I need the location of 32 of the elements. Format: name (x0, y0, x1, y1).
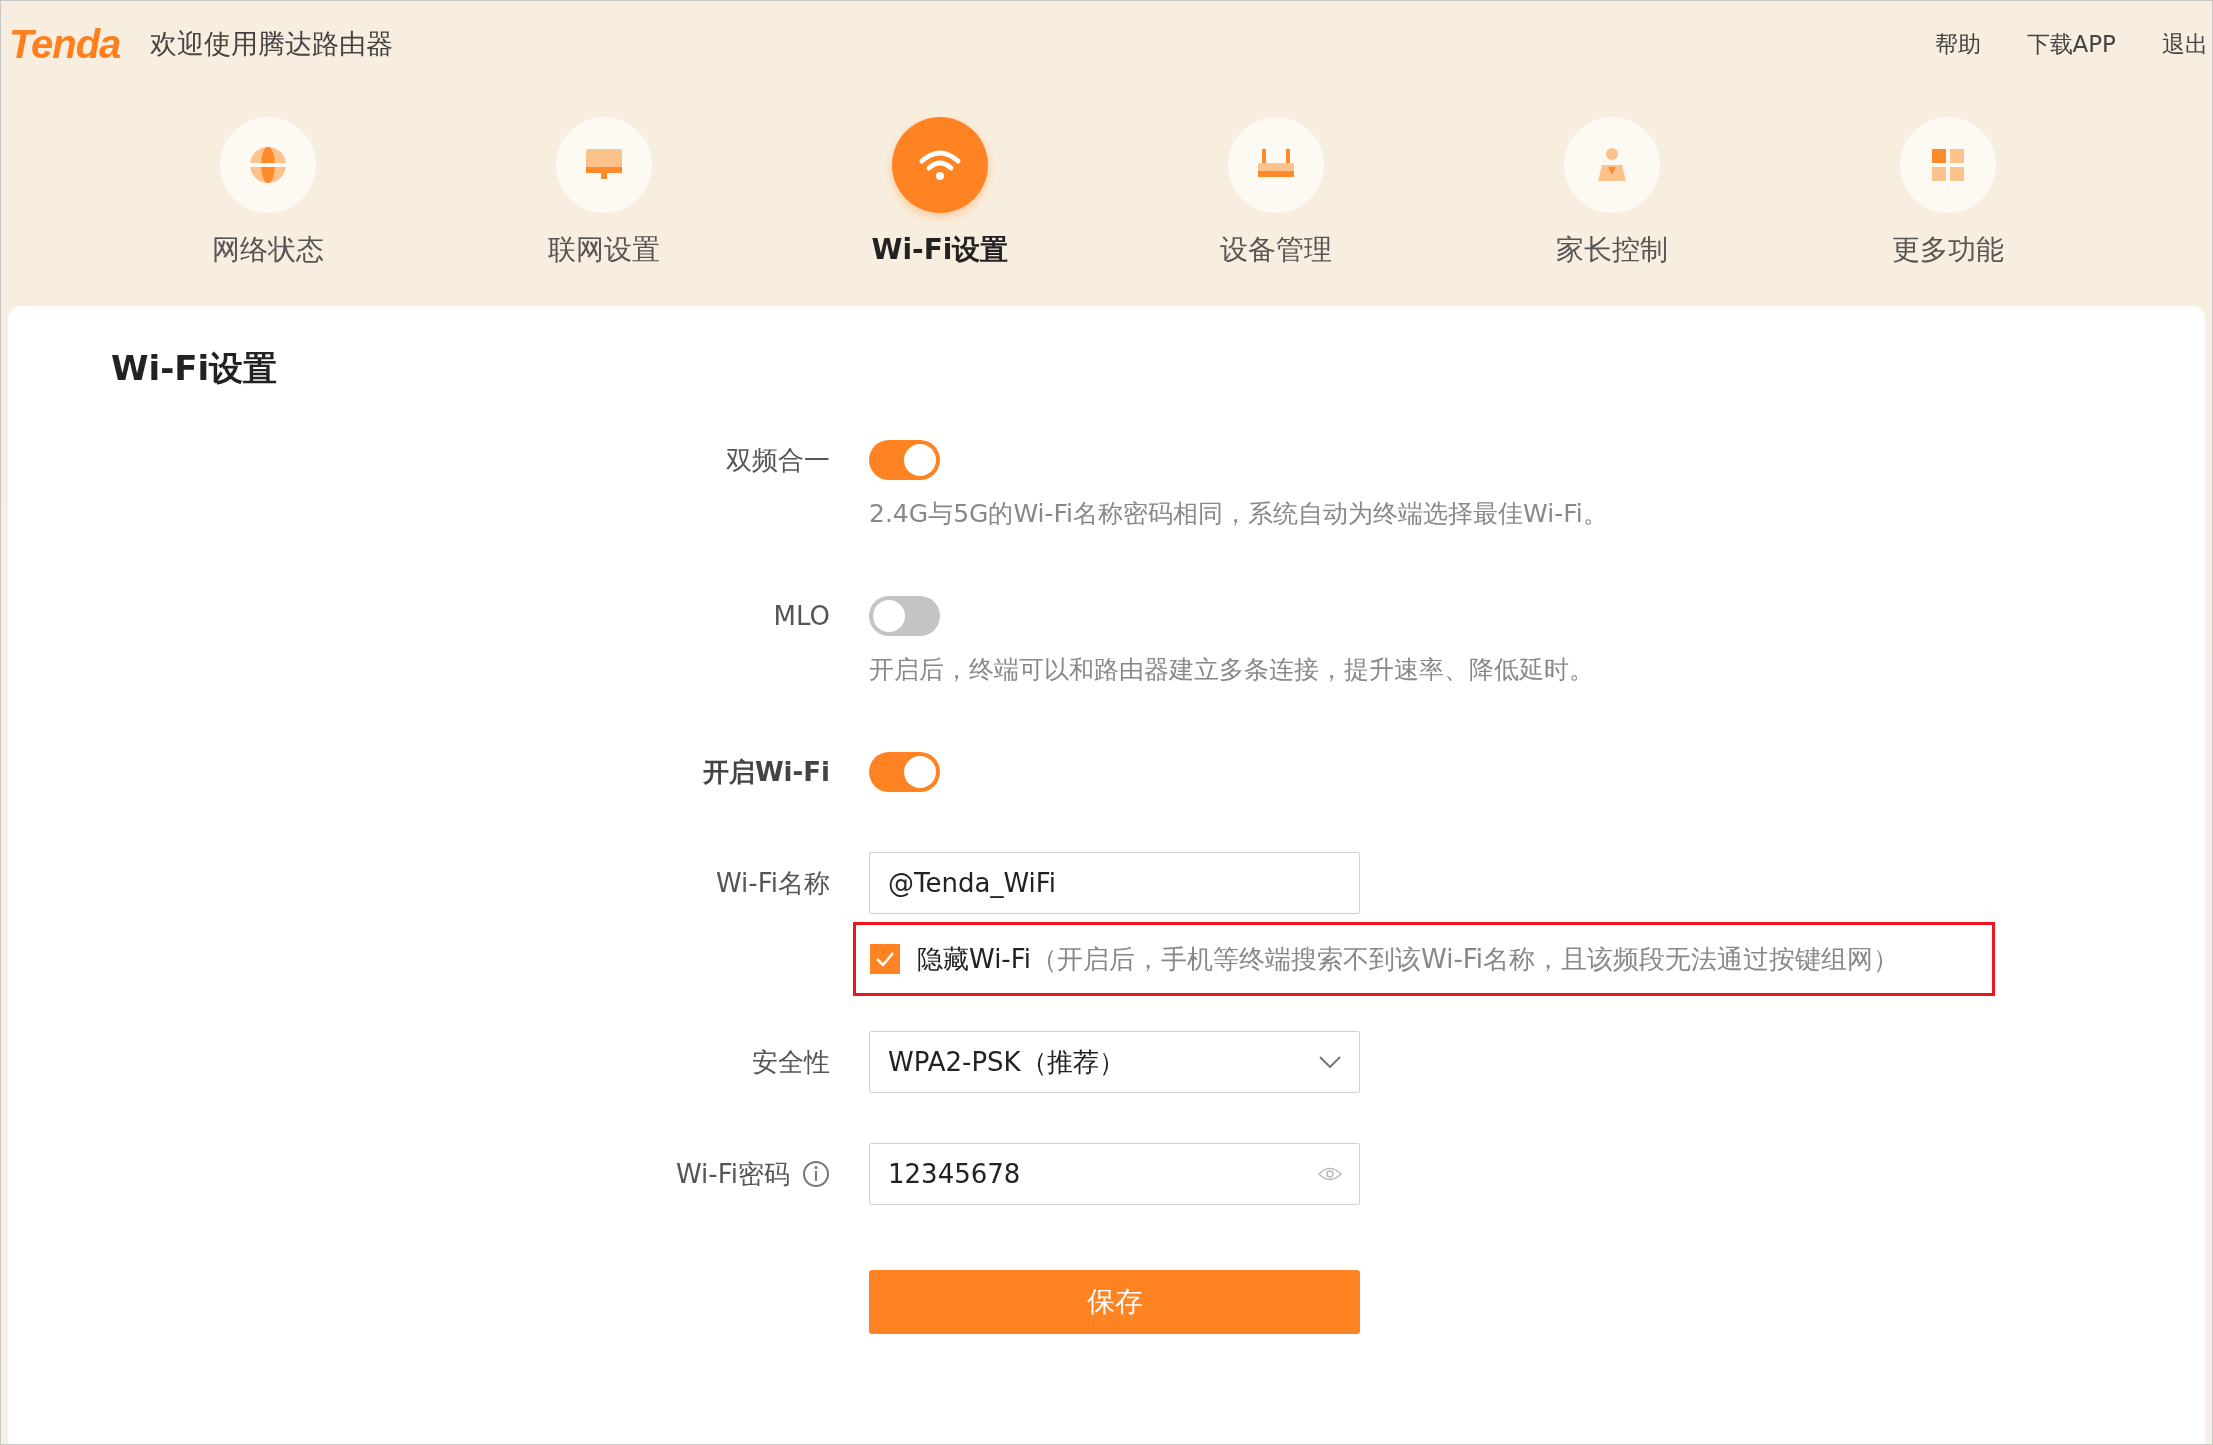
checkmark-icon (875, 951, 895, 967)
checkbox[interactable] (870, 944, 900, 974)
toggle-switch[interactable] (869, 596, 940, 636)
nav-tab[interactable]: 家长控制 (1444, 117, 1780, 269)
dropdown[interactable]: WPA2-PSK（推荐） (869, 1031, 1360, 1093)
toggle-switch[interactable] (869, 752, 940, 792)
nav-tab[interactable]: 联网设置 (436, 117, 772, 269)
welcome-text: 欢迎使用腾达路由器 (150, 27, 394, 61)
chevron-down-icon (1319, 1056, 1341, 1068)
nav-tab[interactable]: Wi-Fi设置 (772, 117, 1108, 269)
eye-icon (1318, 1166, 1342, 1182)
header-link[interactable]: 退出 (2162, 28, 2208, 60)
field-label: 开启Wi-Fi (702, 755, 830, 789)
field-label: 安全性 (752, 1045, 830, 1079)
header-link[interactable]: 下载APP (2026, 28, 2116, 60)
nav-tab[interactable]: 网络状态 (100, 117, 436, 269)
password-field[interactable]: 12345678 (869, 1143, 1360, 1205)
field-label: 双频合一 (726, 443, 830, 477)
hint-text: （开启后，手机等终端搜索不到该Wi-Fi名称，且该频段无法通过按键组网） (1031, 942, 1900, 976)
nav-tab[interactable]: 设备管理 (1108, 117, 1444, 269)
description-text: 2.4G与5G的Wi-Fi名称密码相同，系统自动为终端选择最佳Wi-Fi。 (869, 498, 1608, 530)
checkbox-label: 隐藏Wi-Fi (917, 942, 1032, 976)
page-title: Wi-Fi设置 (111, 347, 279, 390)
field-label: Wi-Fi密码 (675, 1157, 790, 1191)
logo: Tenda (9, 21, 121, 67)
field-label: Wi-Fi名称 (715, 866, 830, 900)
description-text: 开启后，终端可以和路由器建立多条连接，提升速率、降低延时。 (869, 654, 1594, 686)
input-field[interactable]: @Tenda_WiFi (869, 852, 1360, 914)
field-label: MLO (773, 601, 830, 631)
header-link[interactable]: 帮助 (1934, 28, 1981, 60)
toggle-switch[interactable] (869, 440, 940, 480)
nav-tab[interactable]: 更多功能 (1780, 117, 2116, 269)
